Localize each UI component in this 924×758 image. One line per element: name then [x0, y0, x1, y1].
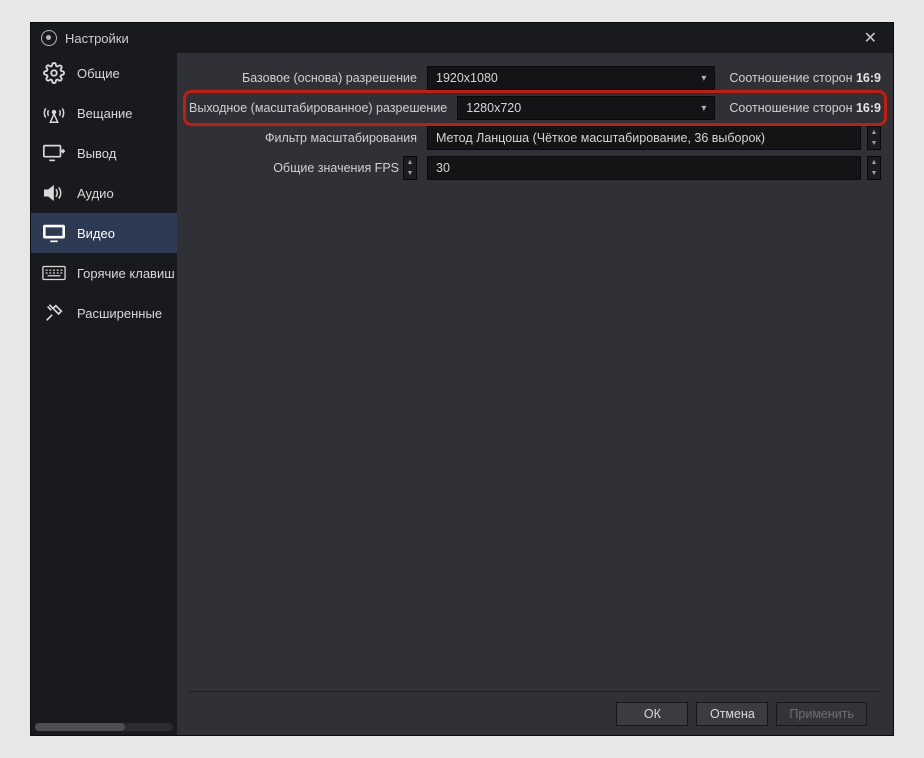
row-base-resolution: Базовое (основа) разрешение 1920x1080 ▾ … — [189, 63, 881, 93]
sidebar-item-output[interactable]: Вывод — [31, 133, 177, 173]
sidebar-item-label: Общие — [77, 66, 120, 81]
fps-label: Общие значения FPS — [273, 161, 399, 175]
sidebar-item-hotkeys[interactable]: Горячие клавиш — [31, 253, 177, 293]
apply-button: Применить — [776, 702, 867, 726]
aspect-prefix: Соотношение сторон — [729, 101, 856, 115]
sidebar-item-stream[interactable]: Вещание — [31, 93, 177, 133]
base-resolution-value: 1920x1080 — [436, 71, 498, 85]
output-resolution-combo[interactable]: 1280x720 ▾ — [457, 96, 715, 120]
aspect-value: 16:9 — [856, 71, 881, 85]
app-icon — [41, 30, 57, 46]
sidebar-item-label: Вещание — [77, 106, 133, 121]
chevron-down-icon: ▾ — [701, 103, 706, 114]
gear-icon — [41, 62, 67, 84]
sidebar-item-label: Расширенные — [77, 306, 162, 321]
sidebar-item-general[interactable]: Общие — [31, 53, 177, 93]
fps-value: 30 — [436, 161, 450, 175]
sidebar-item-advanced[interactable]: Расширенные — [31, 293, 177, 333]
tools-icon — [41, 302, 67, 324]
fps-stepper[interactable]: ▲ ▼ — [867, 156, 881, 180]
window-title: Настройки — [65, 31, 129, 46]
downscale-filter-value: Метод Ланцоша (Чёткое масштабирование, 3… — [436, 131, 765, 145]
sidebar-item-label: Аудио — [77, 186, 114, 201]
row-output-resolution: Выходное (масштабированное) разрешение 1… — [189, 93, 881, 123]
output-resolution-value: 1280x720 — [466, 101, 521, 115]
output-resolution-label: Выходное (масштабированное) разрешение — [189, 101, 451, 115]
sidebar: Общие Вещание — [31, 53, 177, 735]
settings-window: Настройки ✕ Общие — [30, 22, 894, 736]
cancel-button[interactable]: Отмена — [696, 702, 768, 726]
chevron-down-icon: ▾ — [701, 73, 706, 84]
fps-type-stepper[interactable]: ▲ ▼ — [403, 156, 417, 180]
close-icon[interactable]: ✕ — [858, 24, 883, 52]
downscale-filter-label: Фильтр масштабирования — [189, 131, 421, 145]
chevron-up-icon: ▲ — [404, 157, 416, 168]
sidebar-item-label: Видео — [77, 226, 115, 241]
base-aspect-ratio: Соотношение сторон 16:9 — [721, 71, 881, 85]
ok-button[interactable]: ОК — [616, 702, 688, 726]
base-resolution-label: Базовое (основа) разрешение — [189, 71, 421, 85]
fps-select[interactable]: 30 — [427, 156, 861, 180]
downscale-filter-select[interactable]: Метод Ланцоша (Чёткое масштабирование, 3… — [427, 126, 861, 150]
output-aspect-ratio: Соотношение сторон 16:9 — [721, 101, 881, 115]
sidebar-item-label: Горячие клавиш — [77, 266, 175, 281]
chevron-up-icon: ▲ — [868, 127, 880, 138]
sidebar-scrollbar[interactable] — [35, 723, 173, 731]
aspect-value: 16:9 — [856, 101, 881, 115]
base-resolution-combo[interactable]: 1920x1080 ▾ — [427, 66, 715, 90]
monitor-icon — [41, 222, 67, 244]
sidebar-item-label: Вывод — [77, 146, 116, 161]
output-icon — [41, 142, 67, 164]
titlebar: Настройки ✕ — [31, 23, 893, 53]
chevron-down-icon: ▼ — [868, 168, 880, 179]
chevron-down-icon: ▼ — [868, 138, 880, 149]
filter-stepper[interactable]: ▲ ▼ — [867, 126, 881, 150]
speaker-icon — [41, 182, 67, 204]
chevron-up-icon: ▲ — [868, 157, 880, 168]
row-fps: Общие значения FPS ▲ ▼ 30 ▲ ▼ — [189, 153, 881, 183]
antenna-icon — [41, 102, 67, 124]
keyboard-icon — [41, 262, 67, 284]
sidebar-item-video[interactable]: Видео — [31, 213, 177, 253]
sidebar-item-audio[interactable]: Аудио — [31, 173, 177, 213]
aspect-prefix: Соотношение сторон — [729, 71, 856, 85]
content-pane: Базовое (основа) разрешение 1920x1080 ▾ … — [177, 53, 893, 735]
chevron-down-icon: ▼ — [404, 168, 416, 179]
footer: ОК Отмена Применить — [189, 691, 881, 735]
row-downscale-filter: Фильтр масштабирования Метод Ланцоша (Чё… — [189, 123, 881, 153]
